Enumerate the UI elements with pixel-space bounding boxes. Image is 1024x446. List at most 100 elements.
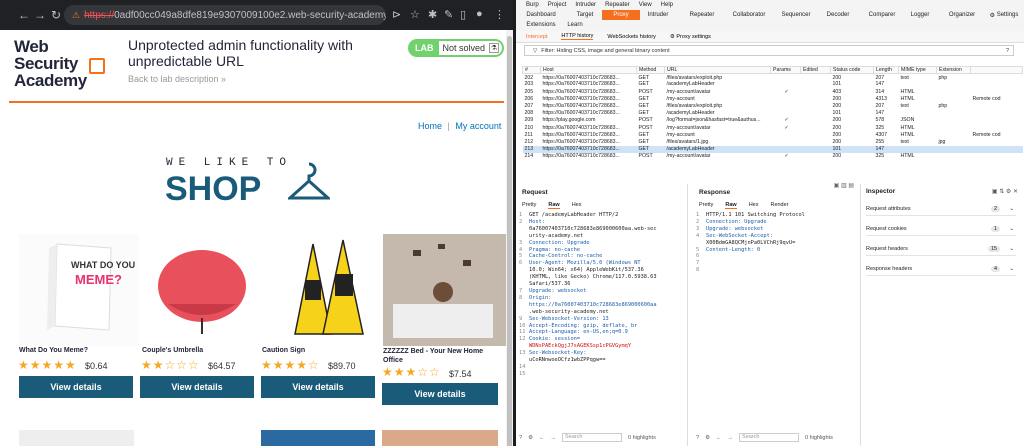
help-icon[interactable]: ? (696, 435, 699, 441)
sidebar-icon[interactable]: ▯ (460, 8, 466, 21)
table-row[interactable]: 209 https://play.google.com POST/log?forma… (523, 117, 1023, 124)
tab-target[interactable]: Target (568, 10, 602, 20)
menu-intruder[interactable]: Intruder (575, 2, 596, 8)
table-row[interactable]: 214 https://0a76007403710c728683... POST/m… (523, 153, 1023, 160)
menu-help[interactable]: Help (661, 2, 673, 8)
inspector-row-response-headers[interactable]: Response headers 4 ⌄ (866, 262, 1016, 276)
subtab-http-history[interactable]: HTTP history (561, 33, 594, 40)
profile-icon[interactable]: ● (476, 8, 483, 20)
reload-icon[interactable]: ↻ (48, 8, 64, 22)
response-search-input[interactable]: Search (739, 433, 799, 442)
back-to-lab-link[interactable]: Back to lab description » (128, 74, 226, 84)
column-header[interactable]: Length (873, 65, 899, 75)
response-editor[interactable]: 1 HTTP/1.1 101 Switching Protocol 2 Connect… (696, 212, 866, 274)
table-row[interactable]: 212 https://0a76007403710c728683... GET/fi… (523, 138, 1023, 145)
menu-project[interactable]: Project (548, 2, 567, 8)
table-row[interactable]: 210 https://0a76007403710c728683... POST/m… (523, 124, 1023, 131)
next-icon[interactable]: → (728, 435, 734, 441)
scrollbar-thumb[interactable] (507, 36, 512, 446)
table-row[interactable]: 206 https://0a76007403710c728683... GET/my… (523, 95, 1023, 102)
tab-intruder[interactable]: Intruder (640, 10, 676, 20)
my-account-link[interactable]: My account (455, 121, 501, 131)
table-row[interactable]: 207 https://0a76007403710c728683... GET/fi… (523, 102, 1023, 109)
product-image-umbrella[interactable] (142, 234, 262, 346)
address-bar[interactable]: ⚠ https:// 0adf00cc049a8dfe819e930700910… (64, 5, 386, 25)
tab-settings[interactable]: ⚙ Settings (984, 10, 1024, 20)
response-tab-raw[interactable]: Raw (725, 202, 737, 209)
view-details-button[interactable]: View details (261, 376, 375, 398)
product-image-partial[interactable] (261, 430, 375, 446)
response-tab-render[interactable]: Render (770, 202, 788, 209)
column-header[interactable]: # (522, 65, 541, 75)
tab-proxy[interactable]: Proxy (602, 10, 640, 20)
column-header[interactable]: Status code (830, 65, 874, 75)
view-details-button[interactable]: View details (382, 383, 498, 405)
column-header[interactable]: Method (636, 65, 665, 75)
subtab-websockets-history[interactable]: WebSockets history (607, 34, 656, 40)
response-tab-hex[interactable]: Hex (749, 202, 759, 209)
view-details-button[interactable]: View details (140, 376, 254, 398)
bookmark-star-icon[interactable]: ☆ (410, 8, 420, 21)
next-icon[interactable]: → (551, 435, 557, 441)
inspector-row-request-headers[interactable]: Request headers 15 ⌄ (866, 242, 1016, 256)
request-editor[interactable]: 1 GET /academyLabHeader HTTP/2 2 Host: 0a760… (519, 212, 689, 378)
tab-decoder[interactable]: Decoder (818, 10, 858, 20)
response-tab-pretty[interactable]: Pretty (699, 202, 713, 209)
inspector-row-request-attributes[interactable]: Request attributes 2 ⌄ (866, 202, 1016, 216)
column-header[interactable]: Params (770, 65, 801, 75)
request-tab-pretty[interactable]: Pretty (522, 202, 536, 209)
table-row[interactable]: 211 https://0a76007403710c728683... GET/my… (523, 131, 1023, 138)
tab-repeater[interactable]: Repeater (682, 10, 722, 20)
product-image-meme[interactable]: WHAT DO YOU MEME? (19, 234, 139, 346)
table-row[interactable]: 208 https://0a76007403710c728683... GET/ac… (523, 110, 1023, 117)
help-icon[interactable]: ? (519, 435, 522, 441)
menu-burp[interactable]: Burp (526, 2, 539, 8)
tab-sequencer[interactable]: Sequencer (774, 10, 818, 20)
table-row[interactable]: 203 https://0a76007403710c728683... GET/ac… (523, 81, 1023, 88)
column-header[interactable]: Extension (936, 65, 971, 75)
tab-learn[interactable]: Learn (562, 20, 588, 30)
subtab-intercept[interactable]: Intercept (526, 34, 547, 40)
prev-icon[interactable]: ← (539, 435, 545, 441)
product-image-bed[interactable] (383, 234, 506, 346)
tab-dashboard[interactable]: Dashboard (524, 10, 558, 20)
forward-icon[interactable]: → (32, 8, 48, 22)
inspector-row-request-cookies[interactable]: Request cookies 1 ⌄ (866, 222, 1016, 236)
layout-toggle-icons[interactable]: ▣ ▥ ▤ (834, 182, 854, 189)
cast-icon[interactable]: ⊳ (392, 8, 401, 21)
column-header[interactable] (970, 65, 1023, 75)
table-row[interactable]: 205 https://0a76007403710c728683... POST/m… (523, 88, 1023, 95)
subtab-proxy-settings[interactable]: ⚙ Proxy settings (670, 34, 711, 40)
menu-repeater[interactable]: Repeater (605, 2, 630, 8)
tab-logger[interactable]: Logger (902, 10, 938, 20)
tab-collaborator[interactable]: Collaborator (724, 10, 774, 20)
table-row[interactable]: 202 https://0a76007403710c728683... GET/fi… (523, 74, 1023, 81)
column-header[interactable]: Edited (800, 65, 831, 75)
column-header[interactable]: Host (540, 65, 637, 75)
extensions-icon[interactable]: ✱ (428, 8, 437, 21)
table-row[interactable]: 213 https://0a76007403710c728683... GET/ac… (522, 145, 1023, 153)
prev-icon[interactable]: ← (716, 435, 722, 441)
menu-kebab-icon[interactable]: ⋮ (494, 8, 505, 21)
tab-organizer[interactable]: Organizer (942, 10, 982, 20)
home-link[interactable]: Home (418, 121, 442, 131)
tab-comparer[interactable]: Comparer (862, 10, 902, 20)
tab-extensions[interactable]: Extensions (524, 20, 558, 30)
settings-icon[interactable]: ⚙ (705, 435, 710, 441)
request-tab-hex[interactable]: Hex (572, 202, 582, 209)
column-header[interactable]: URL (664, 65, 771, 75)
menu-view[interactable]: View (639, 2, 652, 8)
product-image-partial[interactable] (382, 430, 498, 446)
product-image-caution-sign[interactable] (265, 234, 385, 346)
request-tab-raw[interactable]: Raw (548, 202, 560, 209)
view-details-button[interactable]: View details (19, 376, 133, 398)
back-icon[interactable]: ← (16, 8, 32, 22)
column-header[interactable]: MIME type (898, 65, 937, 75)
settings-icon[interactable]: ⚙ (528, 435, 533, 441)
request-search-input[interactable]: Search (562, 433, 622, 442)
extension-icon[interactable]: ✎ (444, 8, 453, 21)
filter-bar[interactable]: ▽ Filter: Hiding CSS, image and general … (524, 45, 1014, 56)
help-icon[interactable]: ? (1006, 48, 1009, 54)
product-image-partial[interactable] (19, 430, 134, 446)
inspector-toolbar-icons[interactable]: ▣ ⇅ ⚙ ✕ (992, 188, 1018, 195)
